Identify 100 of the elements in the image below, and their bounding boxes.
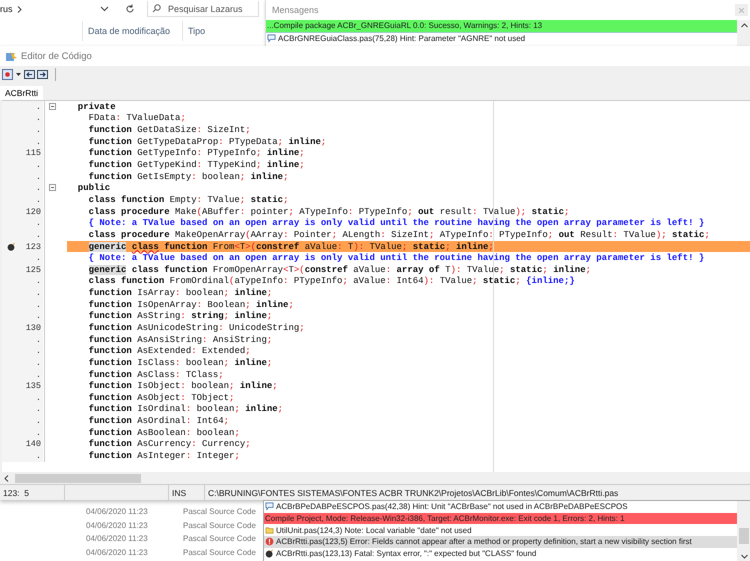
- line-number: .: [36, 113, 42, 124]
- code-line: class function FromOrdinal(aTypeInfo: PTypeInfo; aValue: Int64): TValue; static; {inline;}: [88, 276, 575, 286]
- code-line: function AsUnicodeString: UnicodeString;: [88, 322, 305, 333]
- line-number: .: [36, 253, 42, 264]
- code-line: function IsOrdinal: boolean; inline;: [88, 404, 284, 414]
- scrollbar[interactable]: [737, 20, 750, 46]
- speech-bubble-icon: [267, 34, 276, 44]
- code-line: function GetIsEmpty: boolean; inline;: [88, 172, 288, 182]
- file-path: C:\BRUNING\FONTES SISTEMAS\FONTES ACBR TRUNK2\Projetos\ACBrLib\Fontes\Comum\ACBrRtti.pas: [207, 486, 618, 500]
- code-line: class procedure Make(ABuffer: pointer; ATypeInfo: PTypeInfo; out result: TValue); static;: [88, 206, 570, 217]
- search-field[interactable]: Pesquisar Lazarus: [147, 1, 259, 17]
- code-line: function AsExtended: Extended;: [88, 346, 251, 356]
- line-number: .: [36, 358, 42, 368]
- line-number: .: [36, 334, 42, 345]
- type-cell: Pascal Source Code: [183, 534, 256, 544]
- date-cell-text: 04/06/2020 11:23: [85, 506, 149, 516]
- date-cell-text: 04/06/2020 11:23: [85, 548, 149, 557]
- message-row[interactable]: ACBrBPeDABPeESCPOS.pas(42,38) Hint: Unit "ACBrBase" not used in ACBrBPeDABPeESCPOS: [264, 501, 737, 513]
- code-line: { Note: a TValue based on an open array is only valid until the routine having the open array parameter is left! }: [88, 253, 704, 264]
- line-number: .: [36, 346, 42, 356]
- breadcrumb[interactable]: rus: [0, 4, 13, 14]
- scroll-up-icon[interactable]: [740, 23, 748, 28]
- type-cell: Pascal Source Code: [183, 506, 256, 516]
- forward-button[interactable]: [37, 69, 48, 80]
- cursor-position: 123: 5: [0, 485, 65, 500]
- line-number: 115: [26, 148, 42, 158]
- code-line: FData: TValueData;: [88, 113, 186, 124]
- code-line: function IsClass: boolean; inline;: [88, 358, 272, 368]
- line-number: .: [36, 370, 42, 380]
- window-title: Editor de Código: [21, 50, 92, 62]
- chevron-icon[interactable]: [16, 6, 22, 12]
- code-line: function GetDataSize: SizeInt;: [88, 125, 251, 136]
- line-number: .: [36, 276, 42, 286]
- line-number: .: [36, 172, 42, 182]
- line-number: .: [36, 451, 42, 462]
- search-icon: [152, 4, 161, 13]
- app-icon: [5, 50, 17, 62]
- insert-mode: INS: [169, 485, 205, 500]
- close-icon: [739, 8, 744, 12]
- line-number: .: [36, 183, 42, 194]
- code-line: function IsObject: boolean; inline;: [88, 381, 278, 392]
- refresh-icon[interactable]: [125, 4, 135, 14]
- code-line: function AsClass: TClass;: [88, 370, 224, 380]
- line-number: .: [36, 136, 42, 147]
- horizontal-scrollbar[interactable]: [0, 472, 750, 484]
- line-number: 135: [26, 381, 42, 392]
- dropdown-caret-icon[interactable]: [100, 6, 109, 12]
- line-number: .: [36, 230, 42, 240]
- line-number: .: [36, 125, 42, 136]
- editor-tab[interactable]: ACBrRtti: [0, 86, 44, 100]
- scroll-left-icon[interactable]: [4, 474, 9, 482]
- column-header[interactable]: Data de modificação: [82, 21, 182, 41]
- message-row[interactable]: ...Compile package ACBr_GNREGuiaRL 0.0: Sucesso, Warnings: 2, Hints: 13: [266, 20, 737, 33]
- folder-icon: [265, 526, 274, 535]
- fold-toggle-icon[interactable]: [49, 103, 56, 110]
- code-line: function AsString: string; inline;: [88, 311, 272, 322]
- code-line: function IsArray: boolean; inline;: [88, 288, 272, 298]
- code-line: class procedure MakeOpenArray(AArray: Pointer; ALength: SizeInt; ATypeInfo: PTypeInfo; out Result: TValue); static;: [88, 230, 710, 240]
- code-line: generic class function From<T>(constref aValue: T): TValue; static; inline;: [88, 242, 494, 252]
- code-line: public: [76, 183, 110, 194]
- message-row[interactable]: ACBrGNREGuiaClass.pas(75,28) Hint: Parameter "AGNRE" not used: [266, 32, 737, 44]
- message-row[interactable]: ACBrRtti.pas(123,5) Error: Fields cannot appear after a method or property definition, start a new visibility section first: [264, 536, 737, 548]
- code-line: function IsOpenArray: Boolean; inline;: [88, 300, 294, 310]
- scrollbar[interactable]: [737, 501, 750, 561]
- type-cell: Pascal Source Code: [183, 548, 256, 557]
- code-line: function AsCurrency: Currency;: [88, 439, 251, 450]
- line-number: 125: [26, 264, 42, 275]
- line-number: 140: [26, 439, 42, 450]
- line-number: .: [36, 300, 42, 310]
- line-number: 120: [26, 206, 42, 217]
- line-number: 130: [26, 322, 42, 333]
- line-number: .: [36, 416, 42, 426]
- code-line: { Note: a TValue based on an open array is only valid until the routine having the open array parameter is left! }: [88, 218, 704, 228]
- code-line: generic class function FromOpenArray<T>(constref aValue: array of T): TValue; static; inline;: [88, 264, 592, 275]
- line-number: .: [36, 218, 42, 228]
- line-number: .: [36, 102, 42, 112]
- message-row[interactable]: ACBrRtti.pas(123,13) Fatal: Syntax error, ":" expected but "CLASS" found: [264, 548, 737, 560]
- message-row[interactable]: UtilUnit.pas(124,3) Note: Local variable "date" not used: [264, 524, 737, 536]
- code-line: function GetTypeInfo: PTypeInfo; inline;: [88, 148, 305, 158]
- back-button[interactable]: [24, 69, 35, 80]
- bookmark-button[interactable]: [2, 69, 13, 80]
- speech-bubble-icon: [265, 502, 274, 512]
- scroll-down-icon[interactable]: [740, 554, 748, 559]
- line-number: .: [36, 428, 42, 438]
- code-line: function AsInteger: Integer;: [88, 451, 240, 462]
- line-number: .: [36, 311, 42, 322]
- line-number: .: [36, 404, 42, 414]
- fold-toggle-icon[interactable]: [49, 184, 56, 192]
- code-line: class function Empty: TValue; static;: [88, 194, 288, 205]
- line-number: .: [36, 392, 42, 403]
- code-line: function AsAnsiString: AnsiString;: [88, 334, 272, 345]
- column-header[interactable]: Tipo: [182, 21, 258, 41]
- message-row[interactable]: Compile Project, Mode: Release-Win32-i386, Target: ACBrMonitor.exe: Exit code 1, Errors: 2, Hints: 1: [264, 512, 737, 524]
- line-number: .: [36, 160, 42, 170]
- code-line: function GetTypeKind: TTypeKind; inline;: [88, 160, 305, 170]
- window-title: Mensagens: [272, 5, 319, 15]
- type-cell: Pascal Source Code: [183, 520, 256, 530]
- code-line: function AsOrdinal: Int64;: [88, 416, 230, 426]
- bomb-icon: [265, 549, 274, 558]
- code-line: function GetTypeDataProp: PTypeData; inline;: [88, 136, 326, 147]
